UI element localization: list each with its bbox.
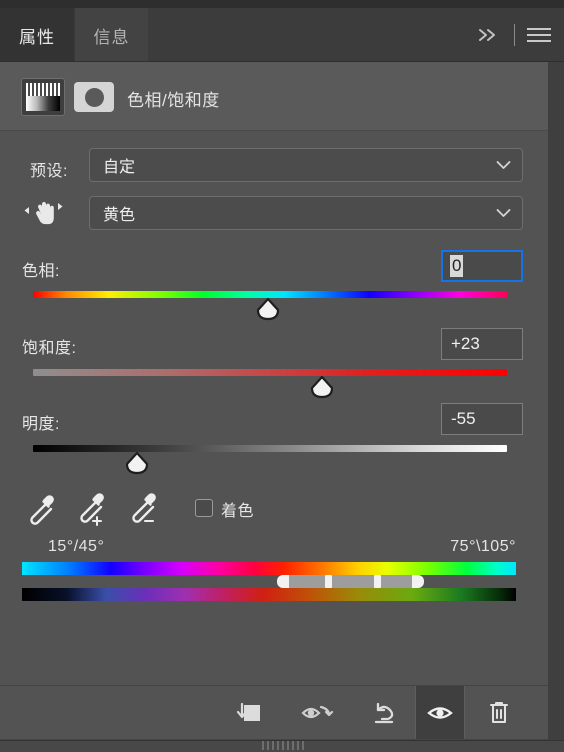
collapse-panel-icon[interactable]: [471, 8, 505, 62]
range-left-degrees: 15°/45°: [48, 538, 105, 555]
chevron-down-icon: [496, 209, 511, 218]
tab-properties-label: 属性: [19, 27, 55, 47]
preset-label: 预设:: [30, 163, 68, 180]
tab-properties[interactable]: 属性: [0, 8, 74, 62]
saturation-slider-thumb[interactable]: [309, 375, 335, 400]
lightness-value: -55: [451, 409, 476, 428]
colorize-checkbox[interactable]: [195, 499, 213, 517]
color-range-spectrum-top[interactable]: [22, 562, 516, 575]
lightness-label: 明度:: [22, 416, 60, 433]
color-range-dropdown[interactable]: 黄色: [89, 196, 523, 230]
hue-input[interactable]: 0: [441, 250, 523, 282]
trash-icon[interactable]: [474, 686, 524, 740]
range-handle-inner-right[interactable]: [374, 575, 381, 588]
thumbnail-bars: [26, 83, 60, 96]
range-handle-outer-left[interactable]: [277, 575, 289, 588]
header-divider: [514, 24, 515, 46]
preset-value: 自定: [103, 159, 136, 176]
adjustment-title: 色相/饱和度: [127, 91, 220, 110]
eyedropper-icon[interactable]: [22, 490, 62, 528]
saturation-value: +23: [451, 334, 480, 353]
eye-icon[interactable]: [415, 686, 465, 740]
colorize-label: 着色: [221, 503, 255, 520]
saturation-slider-track[interactable]: [33, 369, 507, 376]
range-right-degrees: 75°\105°: [450, 538, 516, 555]
lightness-input[interactable]: -55: [441, 403, 523, 435]
tab-info[interactable]: 信息: [75, 8, 148, 62]
eyedropper-minus-icon[interactable]: [124, 490, 164, 528]
panel-footer: [0, 685, 548, 740]
resize-grip[interactable]: [262, 741, 304, 750]
lightness-slider-track[interactable]: [33, 445, 507, 452]
panel-right-gutter: [548, 62, 564, 752]
lightness-slider-thumb[interactable]: [124, 451, 150, 476]
eye-previous-icon[interactable]: [293, 686, 343, 740]
color-range-selection-band[interactable]: [283, 575, 418, 588]
clip-to-layer-icon[interactable]: [222, 686, 272, 740]
reset-undo-icon[interactable]: [360, 686, 410, 740]
chevron-down-icon: [496, 161, 511, 170]
tab-info-label: 信息: [93, 27, 130, 47]
layer-mask-thumbnail-icon[interactable]: [74, 82, 114, 112]
range-handle-outer-right[interactable]: [412, 575, 424, 588]
hue-label: 色相:: [22, 263, 60, 280]
color-range-value: 黄色: [103, 207, 136, 224]
on-image-adjust-hand-icon[interactable]: [22, 196, 68, 230]
mask-dot: [84, 87, 104, 107]
hue-saturation-thumbnail-icon[interactable]: [21, 78, 65, 116]
panel-menu-icon[interactable]: [524, 8, 554, 62]
window-top-strip: [0, 0, 564, 8]
panel-header-controls: [471, 8, 554, 62]
saturation-label: 饱和度:: [22, 340, 77, 357]
hue-value: 0: [450, 255, 464, 277]
range-handle-inner-left[interactable]: [325, 575, 332, 588]
thumbnail-gradient: [26, 96, 60, 111]
eyedropper-plus-icon[interactable]: [72, 490, 112, 528]
color-range-spectrum-bottom[interactable]: [22, 588, 516, 601]
panel-tab-bar: 属性 信息: [0, 8, 564, 62]
hue-slider-thumb[interactable]: [255, 297, 281, 322]
preset-dropdown[interactable]: 自定: [89, 148, 523, 182]
photoshop-properties-panel: 属性 信息 色相/饱和度 预设: 自定 黄色 色相: 0 饱和度: +23 明度…: [0, 0, 564, 752]
saturation-input[interactable]: +23: [441, 328, 523, 360]
